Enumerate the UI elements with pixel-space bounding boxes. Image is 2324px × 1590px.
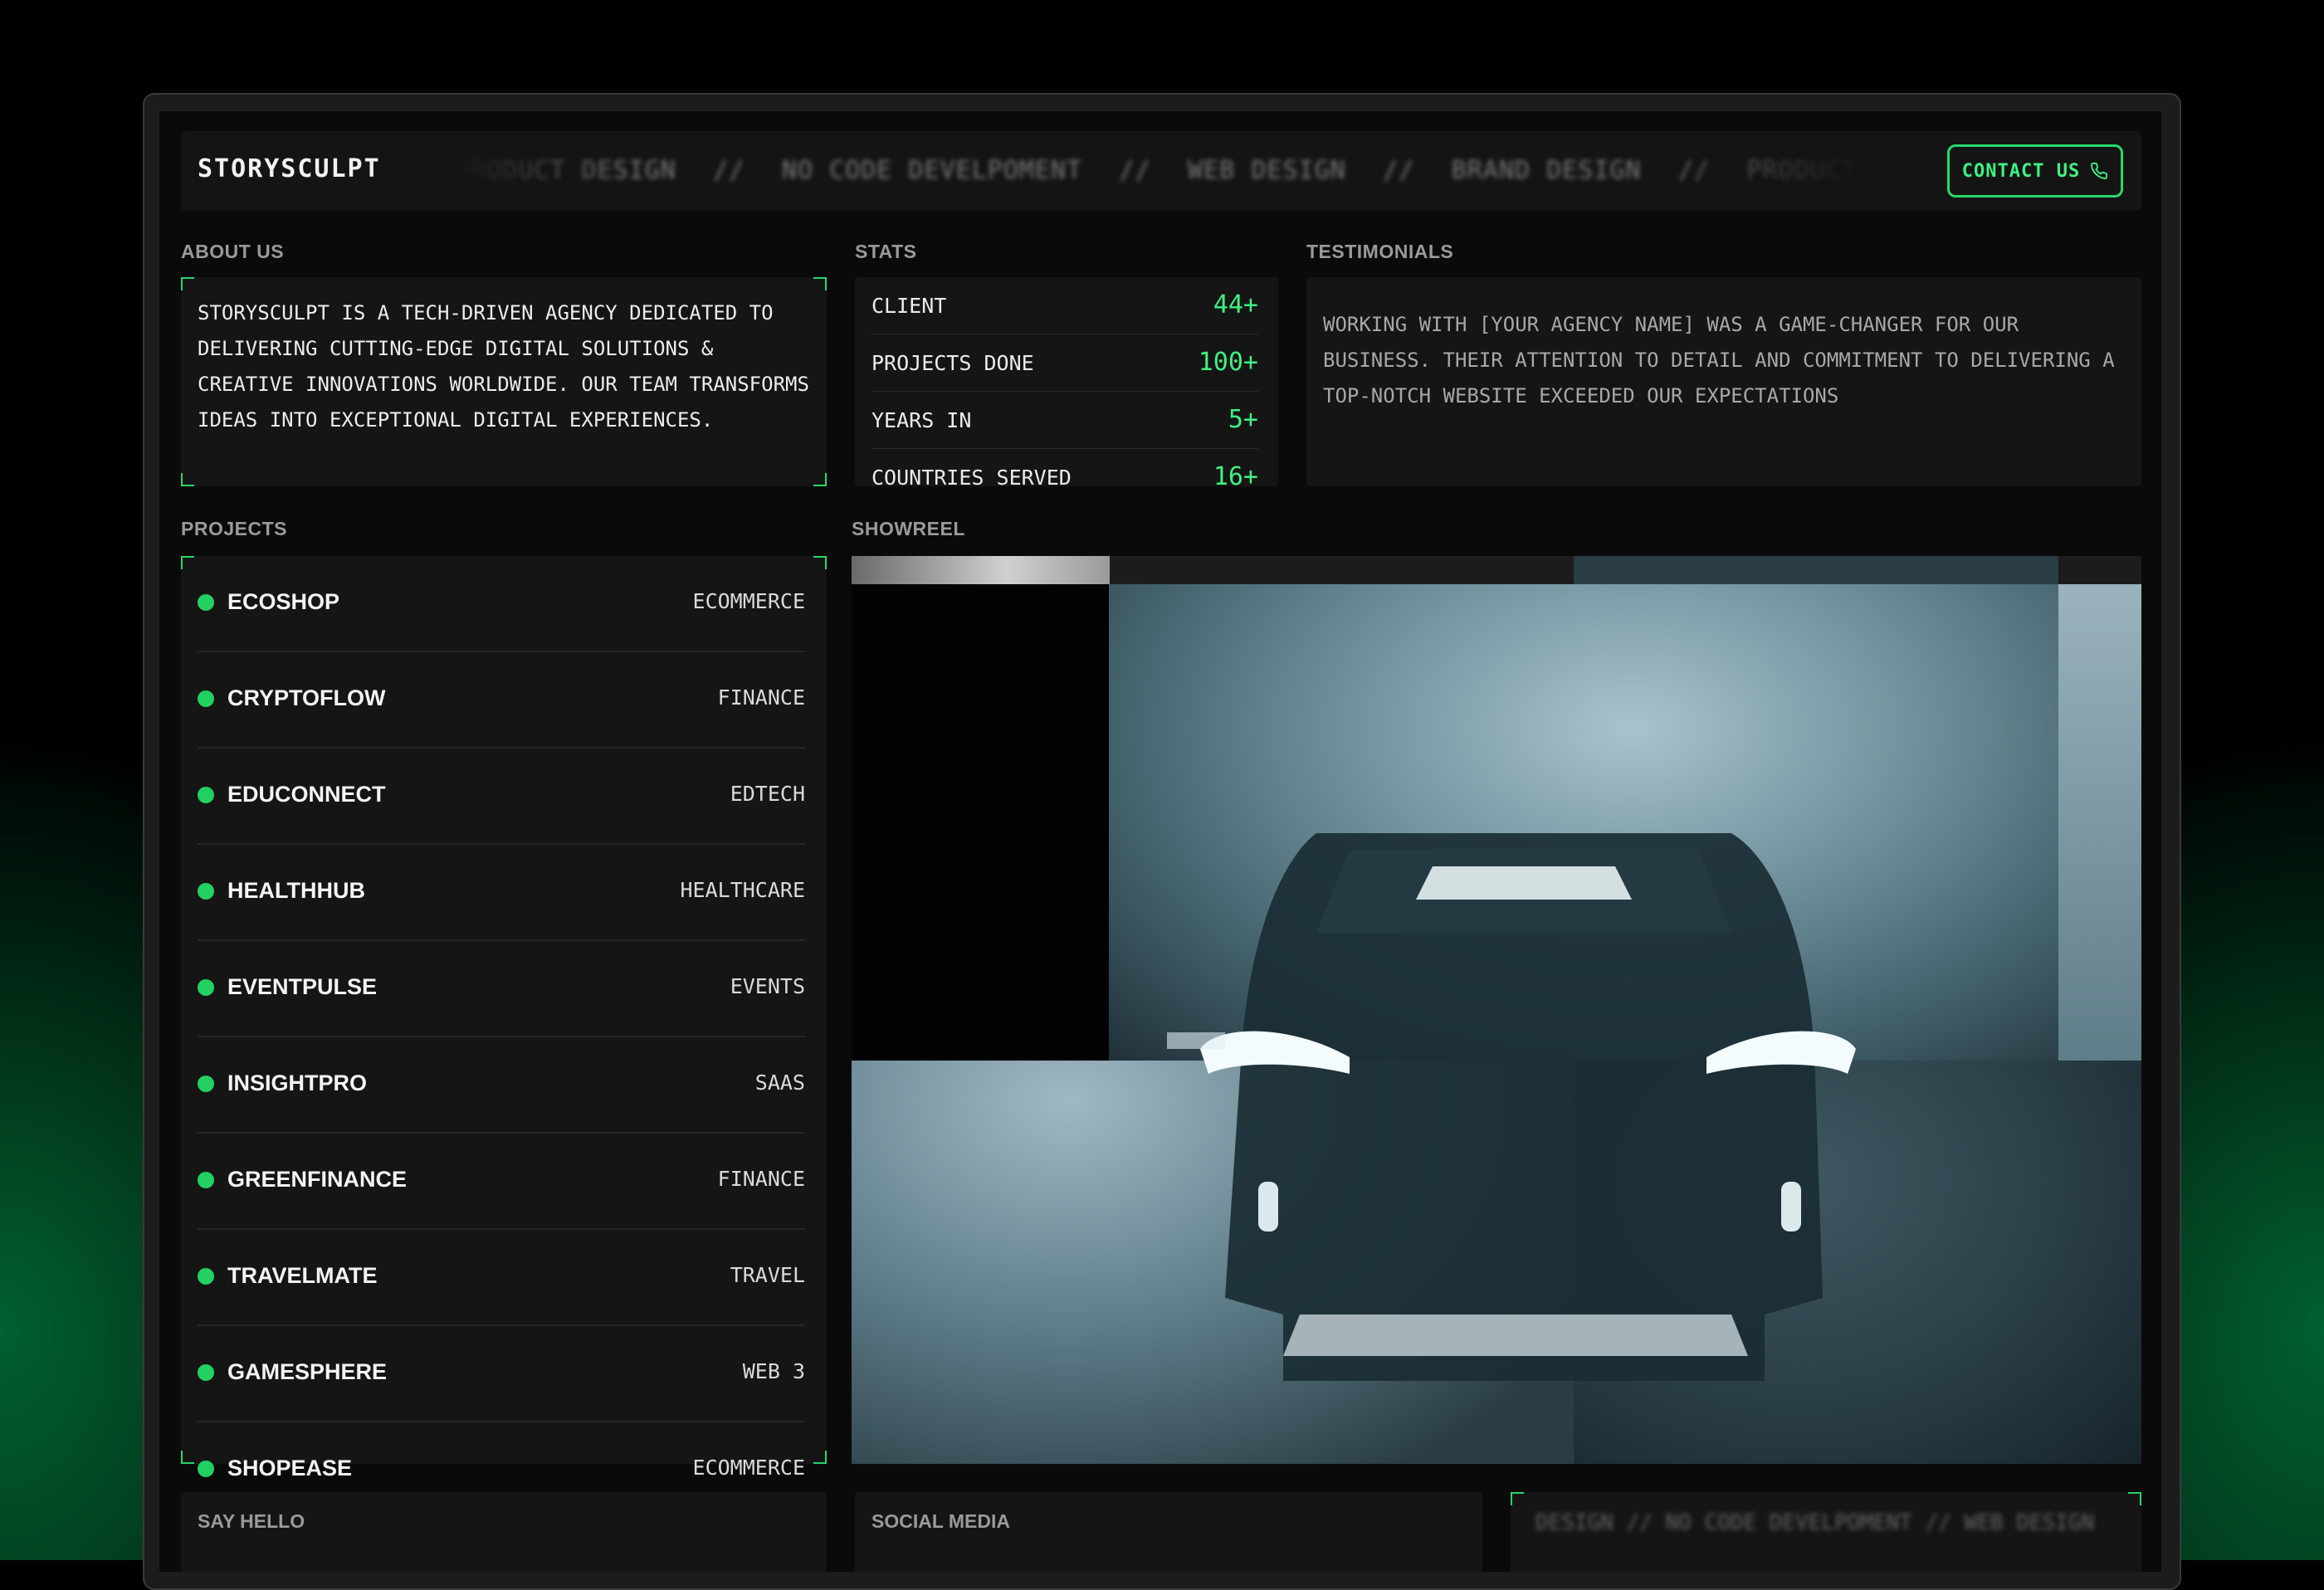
testimonial-panel: WORKING WITH [YOUR AGENCY NAME] WAS A GA… xyxy=(1306,277,2141,486)
corner-bracket xyxy=(1511,1492,1524,1505)
status-dot xyxy=(198,690,214,707)
project-name: EDUCONNECT xyxy=(227,782,386,807)
website-screen: STORYSCULPT PRODUCT DESIGN // NO CODE DE… xyxy=(159,111,2161,1572)
project-category: ECOMMERCE xyxy=(692,589,805,613)
status-dot xyxy=(198,1461,214,1477)
about-panel: STORYSCULPT IS A TECH-DRIVEN AGENCY DEDI… xyxy=(181,277,827,486)
corner-bracket xyxy=(181,473,194,486)
header-bar: STORYSCULPT PRODUCT DESIGN // NO CODE DE… xyxy=(181,131,2141,211)
project-item-eventpulse[interactable]: EVENTPULSE EVENTS xyxy=(198,941,805,1037)
phone-icon xyxy=(2091,162,2108,179)
project-name: GAMESPHERE xyxy=(227,1359,388,1384)
stat-value: 100+ xyxy=(1198,348,1258,377)
projects-panel: ECOSHOP ECOMMERCE CRYPTOFLOW FINANCE EDU… xyxy=(181,556,827,1480)
status-dot xyxy=(198,1364,214,1381)
stats-panel: CLIENT 44+ PROJECTS DONE 100+ YEARS IN 5… xyxy=(855,277,1278,486)
footer-marquee: DESIGN // NO CODE DEVELPOMENT // WEB DES… xyxy=(1536,1510,2095,1535)
stat-label: COUNTRIES SERVED xyxy=(872,466,1072,486)
project-category: SAAS xyxy=(754,1071,805,1095)
project-category: EDTECH xyxy=(730,782,805,806)
about-label: ABOUT US xyxy=(181,241,285,262)
status-dot xyxy=(198,1268,214,1285)
stat-row: YEARS IN 5+ xyxy=(872,392,1258,449)
stats-list: CLIENT 44+ PROJECTS DONE 100+ YEARS IN 5… xyxy=(872,277,1258,486)
corner-bracket xyxy=(181,556,194,569)
project-name: CRYPTOFLOW xyxy=(227,685,386,710)
stat-label: CLIENT xyxy=(872,294,947,318)
showreel-video[interactable] xyxy=(852,556,2141,1464)
corner-bracket xyxy=(181,1451,194,1464)
projects-list: ECOSHOP ECOMMERCE CRYPTOFLOW FINANCE EDU… xyxy=(181,556,827,1517)
contact-us-label: CONTACT US xyxy=(1961,160,2081,182)
project-name: SHOPEASE xyxy=(227,1456,353,1480)
stat-value: 16+ xyxy=(1213,462,1258,486)
say-hello-label: SAY HELLO xyxy=(198,1510,305,1532)
project-item-healthhub[interactable]: HEALTHHUB HEALTHCARE xyxy=(198,845,805,941)
marquee-separator: // xyxy=(1119,156,1151,185)
showreel-label: SHOWREEL xyxy=(852,518,965,539)
project-item-educonnect[interactable]: EDUCONNECT EDTECH xyxy=(198,749,805,845)
project-category: WEB 3 xyxy=(742,1359,805,1383)
marquee-item: PRODUCT DESIGN xyxy=(455,156,676,185)
stat-label: PROJECTS DONE xyxy=(872,351,1034,375)
project-name: ECOSHOP xyxy=(227,589,340,614)
corner-bracket xyxy=(813,473,827,486)
project-item-insightpro[interactable]: INSIGHTPRO SAAS xyxy=(198,1037,805,1134)
status-dot xyxy=(198,594,214,611)
corner-bracket xyxy=(813,277,827,290)
project-category: FINANCE xyxy=(717,1167,805,1191)
testimonials-label: TESTIMONIALS xyxy=(1306,241,1454,262)
corner-bracket xyxy=(813,556,827,569)
marquee-item: PRODUCT xyxy=(1746,156,1858,185)
stat-value: 5+ xyxy=(1228,405,1258,434)
project-category: FINANCE xyxy=(717,685,805,710)
project-name: TRAVELMATE xyxy=(227,1263,378,1288)
marquee-item: NO CODE DEVELPOMENT xyxy=(781,156,1083,185)
testimonial-text: WORKING WITH [YOUR AGENCY NAME] WAS A GA… xyxy=(1323,313,2115,407)
stat-row: CLIENT 44+ xyxy=(872,277,1258,334)
stat-value: 44+ xyxy=(1213,290,1258,319)
corner-bracket xyxy=(181,277,194,290)
corner-bracket xyxy=(2128,1492,2141,1505)
project-item-ecoshop[interactable]: ECOSHOP ECOMMERCE xyxy=(198,556,805,652)
about-text: STORYSCULPT IS A TECH-DRIVEN AGENCY DEDI… xyxy=(198,301,809,432)
stats-label: STATS xyxy=(855,241,917,262)
marquee-item: WEB DESIGN xyxy=(1188,156,1346,185)
contact-us-button[interactable]: CONTACT US xyxy=(1947,144,2123,198)
marquee-separator: // xyxy=(1677,156,1711,185)
stat-row: PROJECTS DONE 100+ xyxy=(872,334,1258,392)
stat-label: YEARS IN xyxy=(872,408,972,432)
projects-label: PROJECTS xyxy=(181,518,287,539)
status-dot xyxy=(198,883,214,900)
social-media-label: SOCIAL MEDIA xyxy=(872,1510,1010,1532)
car-silhouette xyxy=(1167,833,1856,1381)
status-dot xyxy=(198,787,214,803)
project-name: HEALTHHUB xyxy=(227,878,365,903)
project-item-gamesphere[interactable]: GAMESPHERE WEB 3 xyxy=(198,1326,805,1422)
project-category: ECOMMERCE xyxy=(692,1456,805,1480)
video-tile xyxy=(1574,556,2058,584)
logo[interactable]: STORYSCULPT xyxy=(198,154,381,183)
status-dot xyxy=(198,1172,214,1188)
project-category: HEALTHCARE xyxy=(680,878,805,902)
stat-row: COUNTRIES SERVED 16+ xyxy=(872,449,1258,486)
corner-bracket xyxy=(813,1451,827,1464)
showreel-progress-fill xyxy=(852,556,1110,584)
project-category: EVENTS xyxy=(730,974,805,998)
project-item-cryptoflow[interactable]: CRYPTOFLOW FINANCE xyxy=(198,652,805,749)
project-item-greenfinance[interactable]: GREENFINANCE FINANCE xyxy=(198,1134,805,1230)
project-name: EVENTPULSE xyxy=(227,974,378,999)
project-name: INSIGHTPRO xyxy=(227,1071,368,1095)
status-dot xyxy=(198,1075,214,1092)
marquee-separator: // xyxy=(1383,156,1415,185)
project-category: TRAVEL xyxy=(730,1263,805,1287)
status-dot xyxy=(198,979,214,996)
marquee-separator: // xyxy=(713,156,745,185)
project-item-travelmate[interactable]: TRAVELMATE TRAVEL xyxy=(198,1230,805,1326)
marquee-item: BRAND DESIGN xyxy=(1451,156,1642,185)
services-marquee: PRODUCT DESIGN // NO CODE DEVELPOMENT //… xyxy=(455,156,1866,189)
project-name: GREENFINANCE xyxy=(227,1167,408,1192)
